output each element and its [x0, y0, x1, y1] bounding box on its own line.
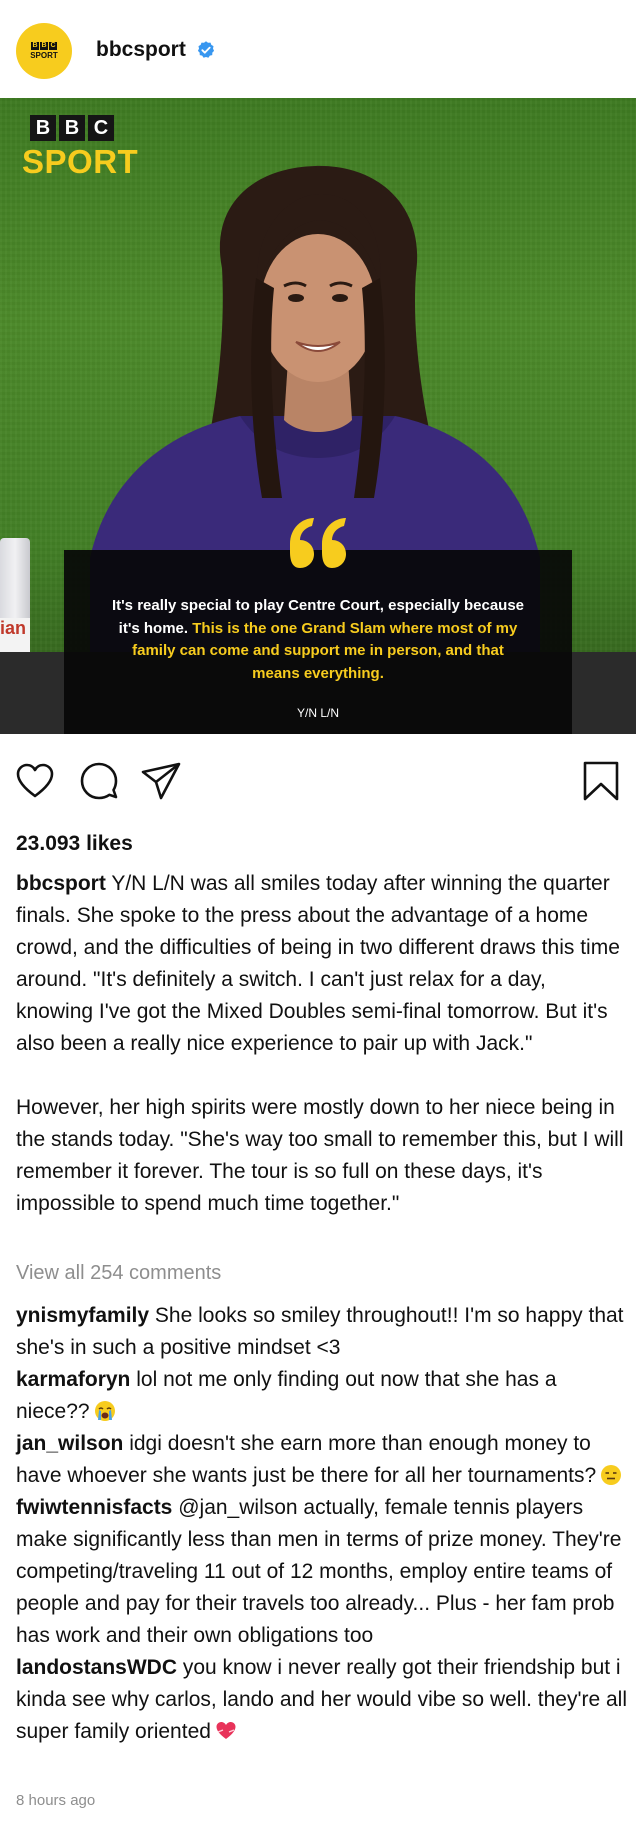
- crying-face-emoji-icon: [94, 1401, 115, 1421]
- avatar-logo-letter: B: [40, 42, 48, 50]
- comment-username[interactable]: jan_wilson: [16, 1432, 123, 1455]
- heart-emoji-icon: [216, 1722, 236, 1739]
- comment-username[interactable]: karmaforyn: [16, 1368, 130, 1391]
- avatar[interactable]: B B C SPORT: [16, 23, 72, 79]
- caption-username[interactable]: bbcsport: [16, 872, 106, 895]
- heart-icon[interactable]: [14, 760, 56, 802]
- comment: karmaforyn lol not me only finding out n…: [16, 1364, 628, 1428]
- expressionless-face-emoji-icon: [601, 1465, 622, 1485]
- post-timestamp: 8 hours ago: [16, 1792, 96, 1809]
- avatar-logo-letter: B: [31, 42, 39, 50]
- likes-count[interactable]: 23.093 likes: [16, 832, 133, 856]
- comment: ynismyfamily She looks so smiley through…: [16, 1300, 628, 1364]
- brand-logo-letter: B: [59, 115, 85, 141]
- verified-badge-icon: [197, 41, 215, 58]
- brand-logo-letter: B: [30, 115, 56, 141]
- action-bar: [0, 734, 636, 834]
- quote-attribution: Y/N L/N: [296, 706, 339, 720]
- view-all-comments-link[interactable]: View all 254 comments: [16, 1262, 221, 1285]
- brand-logo-letter: C: [88, 115, 114, 141]
- avatar-bbc-logo: B B C: [31, 42, 57, 50]
- comments-list: ynismyfamily She looks so smiley through…: [16, 1300, 628, 1748]
- post-image[interactable]: ian B B C SPORT It's really special to p…: [0, 98, 636, 734]
- comment-username[interactable]: ynismyfamily: [16, 1304, 149, 1327]
- comment-icon[interactable]: [78, 760, 120, 802]
- caption-text: Y/N L/N was all smiles today after winni…: [16, 872, 620, 1055]
- quote-text: It's really special to play Centre Court…: [110, 595, 526, 685]
- post-caption: bbcsport Y/N L/N was all smiles today af…: [16, 868, 626, 1220]
- send-icon[interactable]: [140, 760, 182, 802]
- avatar-sport-text: SPORT: [30, 51, 58, 60]
- bbc-letters: B B C: [30, 115, 138, 141]
- avatar-logo-letter: C: [49, 42, 57, 50]
- bbc-sport-logo: B B C SPORT: [22, 115, 138, 181]
- caption-paragraph: bbcsport Y/N L/N was all smiles today af…: [16, 868, 626, 1060]
- quote-mark-icon: [290, 518, 346, 568]
- comment: fwiwtennisfacts @jan_wilson actually, fe…: [16, 1492, 628, 1652]
- comment: jan_wilson idgi doesn't she earn more th…: [16, 1428, 628, 1492]
- comment-username[interactable]: landostansWDC: [16, 1656, 177, 1679]
- post-username[interactable]: bbcsport: [96, 38, 186, 62]
- brand-sport-text: SPORT: [22, 143, 139, 180]
- post-header: B B C SPORT bbcsport: [0, 0, 636, 98]
- caption-paragraph: However, her high spirits were mostly do…: [16, 1096, 624, 1215]
- comment-username[interactable]: fwiwtennisfacts: [16, 1496, 172, 1519]
- comment: landostansWDC you know i never really go…: [16, 1652, 628, 1748]
- bookmark-icon[interactable]: [580, 760, 622, 802]
